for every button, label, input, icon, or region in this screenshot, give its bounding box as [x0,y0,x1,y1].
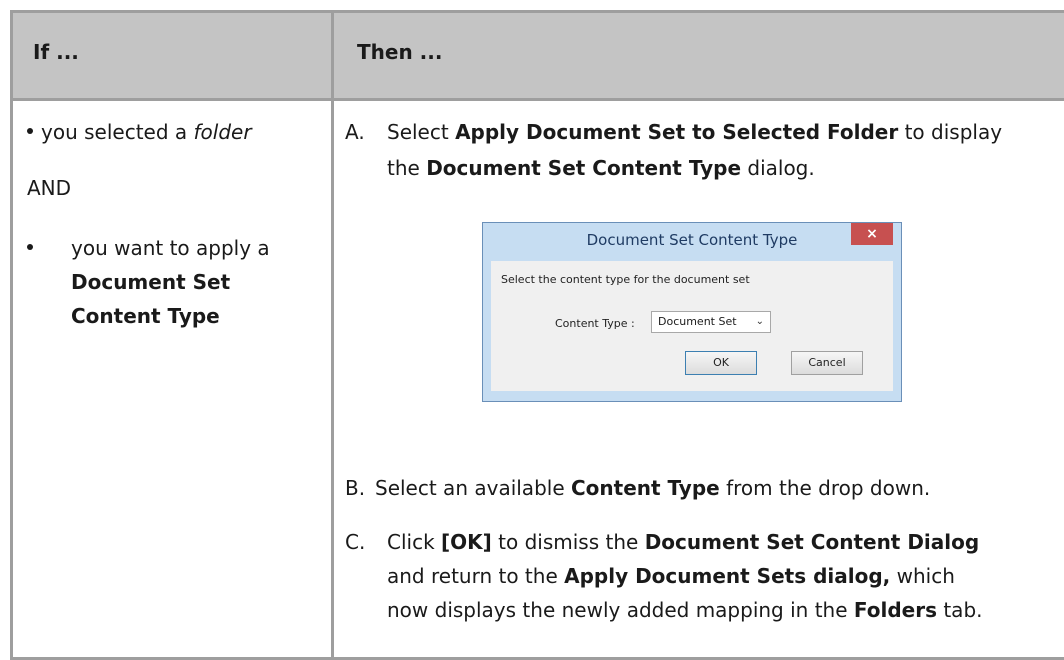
dialog-title: Document Set Content Type [586,231,798,249]
column-divider [331,13,334,657]
step-c-letter: C. [345,530,366,554]
step-a-line2: the Document Set Content Type dialog. [387,156,815,180]
dialog-body: Select the content type for the document… [491,261,893,391]
document-set-content-type-dialog: Document Set Content Type × Select the c… [482,222,902,402]
condition-line2: Document Set [71,270,231,294]
close-icon[interactable]: × [851,223,893,245]
chevron-down-icon: ⌄ [755,316,764,327]
table-header-row: If ... Then ... [13,13,1064,101]
if-header: If ... [33,40,79,64]
content-type-select[interactable]: Document Set ⌄ [651,311,771,333]
step-c-line3: now displays the newly added mapping in … [387,598,983,622]
condition-line1: you want to apply a [71,236,270,260]
step-c-line2: and return to the Apply Document Sets di… [387,564,955,588]
ok-button[interactable]: OK [685,351,757,375]
bullet-icon [27,243,33,250]
cancel-button[interactable]: Cancel [791,351,863,375]
step-a-line1: Select Apply Document Set to Selected Fo… [387,120,1003,144]
step-c-line1: Click [OK] to dismiss the Document Set C… [387,530,980,554]
condition-content-type [27,231,41,265]
step-b-text: Select an available Content Type from th… [375,476,931,500]
condition-line3: Content Type [71,304,220,328]
and-label: AND [27,176,72,200]
step-a-letter: A. [345,120,365,144]
bullet-icon [27,127,33,134]
content-type-value: Document Set [658,315,737,328]
then-header: Then ... [357,40,443,64]
content-type-label: Content Type : [555,317,635,330]
condition-folder: you selected a folder [27,115,252,149]
dialog-prompt: Select the content type for the document… [501,273,750,286]
step-b-letter: B. [345,476,366,500]
